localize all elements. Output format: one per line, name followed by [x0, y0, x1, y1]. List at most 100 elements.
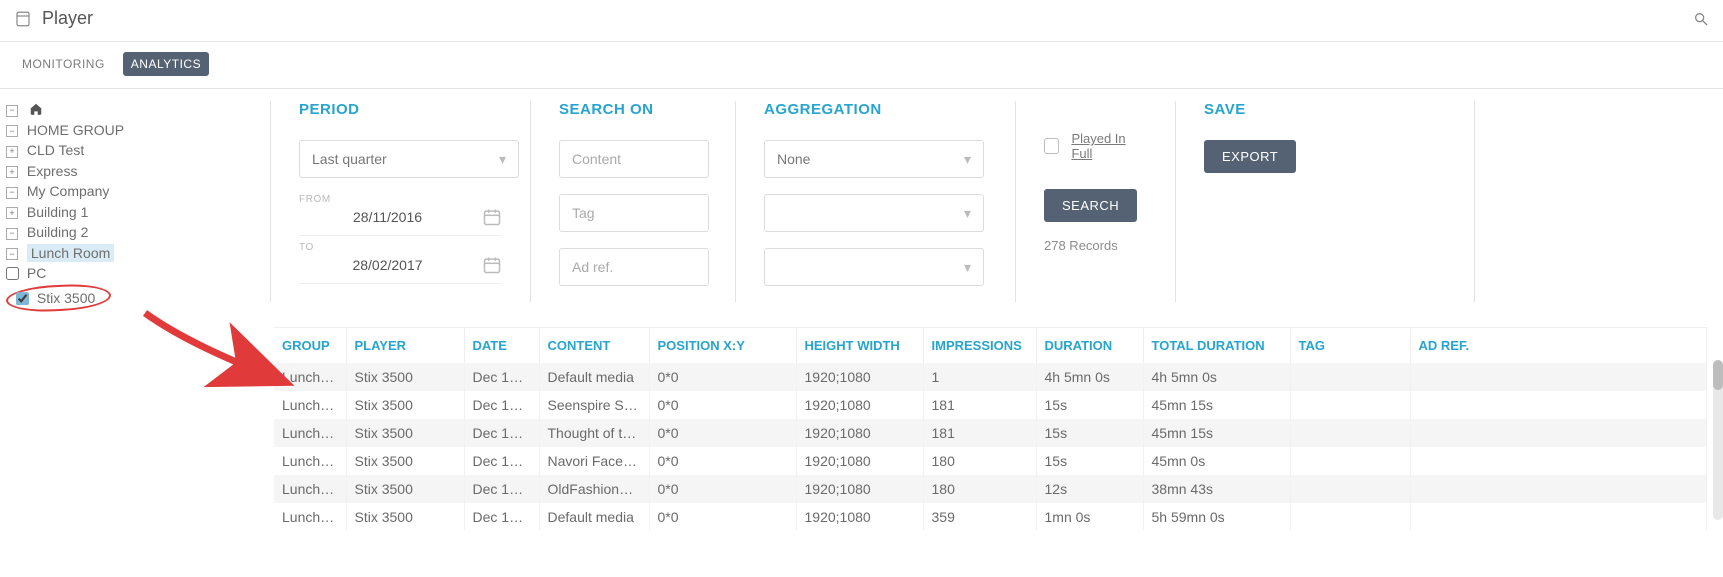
- tabbar: MONITORING ANALYTICS: [0, 42, 1723, 89]
- tree-home-group[interactable]: HOME GROUP: [27, 122, 124, 138]
- table-row[interactable]: Lunch Roo..Stix 3500Dec 13 20..OldFashio…: [274, 475, 1707, 503]
- th-content[interactable]: CONTENT: [539, 328, 649, 363]
- cell-hw: 1920;1080: [796, 447, 923, 475]
- tree-checkbox-pc[interactable]: [6, 267, 19, 280]
- table-row[interactable]: Lunch Roo..Stix 3500Dec 13 20..Thought o…: [274, 419, 1707, 447]
- th-date[interactable]: DATE: [464, 328, 539, 363]
- th-tag[interactable]: TAG: [1290, 328, 1410, 363]
- cell-tag: [1290, 391, 1410, 419]
- tree-building-2[interactable]: Building 2: [27, 224, 89, 240]
- cell-date: Dec 13 20..: [464, 419, 539, 447]
- aggregation-dropdown-2[interactable]: ▾: [764, 194, 984, 232]
- from-label: FROM: [299, 194, 502, 205]
- cell-player: Stix 3500: [346, 419, 464, 447]
- cell-adref: [1410, 503, 1707, 531]
- aggregation-dropdown-1[interactable]: None ▾: [764, 140, 984, 178]
- main: − − HOME GROUP + CLD Test + Express: [0, 89, 1723, 323]
- th-pos[interactable]: POSITION X:Y: [649, 328, 796, 363]
- annotation-circle: Stix 3500: [5, 282, 111, 313]
- cell-adref: [1410, 391, 1707, 419]
- tree-building-1[interactable]: Building 1: [27, 204, 89, 220]
- calendar-icon[interactable]: [482, 207, 502, 235]
- plus-icon[interactable]: +: [6, 166, 18, 178]
- tree-pc[interactable]: PC: [27, 265, 46, 281]
- cell-content: Seenspire Social: [539, 391, 649, 419]
- plus-icon[interactable]: +: [6, 207, 18, 219]
- cell-pos: 0*0: [649, 419, 796, 447]
- chevron-down-icon: ▾: [499, 151, 506, 168]
- vertical-scrollbar[interactable]: [1713, 360, 1723, 520]
- search-tag-input[interactable]: Tag: [559, 194, 709, 232]
- cell-tag: [1290, 475, 1410, 503]
- cell-adref: [1410, 447, 1707, 475]
- cell-tdur: 45mn 0s: [1143, 447, 1290, 475]
- period-preset-dropdown[interactable]: Last quarter ▾: [299, 140, 519, 178]
- th-tdur[interactable]: TOTAL DURATION: [1143, 328, 1290, 363]
- cell-tag: [1290, 363, 1410, 391]
- th-player[interactable]: PLAYER: [346, 328, 464, 363]
- table-row[interactable]: Lunch Roo..Stix 3500Dec 13 20..Navori Fa…: [274, 447, 1707, 475]
- search-content-input[interactable]: Content: [559, 140, 709, 178]
- global-search-icon[interactable]: [1693, 11, 1709, 27]
- tree-checkbox-stix[interactable]: [16, 292, 29, 305]
- panel-search-action: Played In Full SEARCH 278 Records: [1015, 101, 1175, 302]
- cell-tdur: 45mn 15s: [1143, 419, 1290, 447]
- cell-group: Lunch Roo..: [274, 503, 346, 531]
- th-group[interactable]: GROUP: [274, 328, 346, 363]
- search-adref-input[interactable]: Ad ref.: [559, 248, 709, 286]
- table-row[interactable]: Lunch Roo..Stix 3500Dec 13 20..Seenspire…: [274, 391, 1707, 419]
- tree-stix-3500[interactable]: Stix 3500: [37, 290, 95, 306]
- tab-monitoring[interactable]: MONITORING: [14, 52, 113, 76]
- cell-date: Dec 13 20..: [464, 447, 539, 475]
- aggregation-dropdown-3[interactable]: ▾: [764, 248, 984, 286]
- played-in-full-label[interactable]: Played In Full: [1071, 131, 1147, 161]
- cell-player: Stix 3500: [346, 391, 464, 419]
- sidebar-tree: − − HOME GROUP + CLD Test + Express: [0, 89, 270, 323]
- th-adref[interactable]: AD REF.: [1410, 328, 1707, 363]
- scrollbar-thumb[interactable]: [1713, 360, 1723, 390]
- from-date-input[interactable]: 28/11/2016: [299, 207, 502, 236]
- cell-date: Dec 13 20..: [464, 391, 539, 419]
- th-hw[interactable]: HEIGHT WIDTH: [796, 328, 923, 363]
- tree-my-company[interactable]: My Company: [27, 183, 109, 199]
- cell-group: Lunch Roo..: [274, 391, 346, 419]
- tab-analytics[interactable]: ANALYTICS: [123, 52, 209, 76]
- cell-pos: 0*0: [649, 503, 796, 531]
- th-imp[interactable]: IMPRESSIONS: [923, 328, 1036, 363]
- cell-adref: [1410, 475, 1707, 503]
- cell-tdur: 45mn 15s: [1143, 391, 1290, 419]
- cell-imp: 1: [923, 363, 1036, 391]
- plus-icon[interactable]: +: [6, 146, 18, 158]
- cell-player: Stix 3500: [346, 363, 464, 391]
- cell-tag: [1290, 447, 1410, 475]
- player-icon: [14, 10, 32, 28]
- table-row[interactable]: Lunch Roo..Stix 3500Dec 13 20..Default m…: [274, 503, 1707, 531]
- th-dur[interactable]: DURATION: [1036, 328, 1143, 363]
- search-button[interactable]: SEARCH: [1044, 189, 1137, 222]
- minus-icon[interactable]: −: [6, 228, 18, 240]
- tree-express[interactable]: Express: [27, 163, 78, 179]
- export-button[interactable]: EXPORT: [1204, 140, 1296, 173]
- aggregation-value: None: [777, 151, 810, 167]
- tree-lunch-room[interactable]: Lunch Room: [27, 244, 114, 262]
- cell-hw: 1920;1080: [796, 503, 923, 531]
- minus-icon[interactable]: −: [6, 125, 18, 137]
- table-row[interactable]: Lunch Roo..Stix 3500Dec 13 20..Default m…: [274, 363, 1707, 391]
- minus-icon[interactable]: −: [6, 105, 18, 117]
- minus-icon[interactable]: −: [6, 248, 18, 260]
- cell-group: Lunch Roo..: [274, 419, 346, 447]
- played-in-full-checkbox[interactable]: [1044, 138, 1059, 154]
- cell-dur: 15s: [1036, 391, 1143, 419]
- to-date-input[interactable]: 28/02/2017: [299, 255, 502, 284]
- cell-pos: 0*0: [649, 447, 796, 475]
- cell-imp: 180: [923, 475, 1036, 503]
- minus-icon[interactable]: −: [6, 187, 18, 199]
- content-placeholder: Content: [572, 151, 621, 167]
- table-header-row: GROUP PLAYER DATE CONTENT POSITION X:Y H…: [274, 328, 1707, 363]
- filter-bar: PERIOD Last quarter ▾ FROM 28/11/2016 TO…: [270, 89, 1723, 320]
- calendar-icon[interactable]: [482, 255, 502, 283]
- panel-save-title: SAVE: [1204, 101, 1446, 118]
- tree-cld-test[interactable]: CLD Test: [27, 142, 84, 158]
- results-table-wrap: GROUP PLAYER DATE CONTENT POSITION X:Y H…: [274, 327, 1707, 531]
- cell-imp: 181: [923, 419, 1036, 447]
